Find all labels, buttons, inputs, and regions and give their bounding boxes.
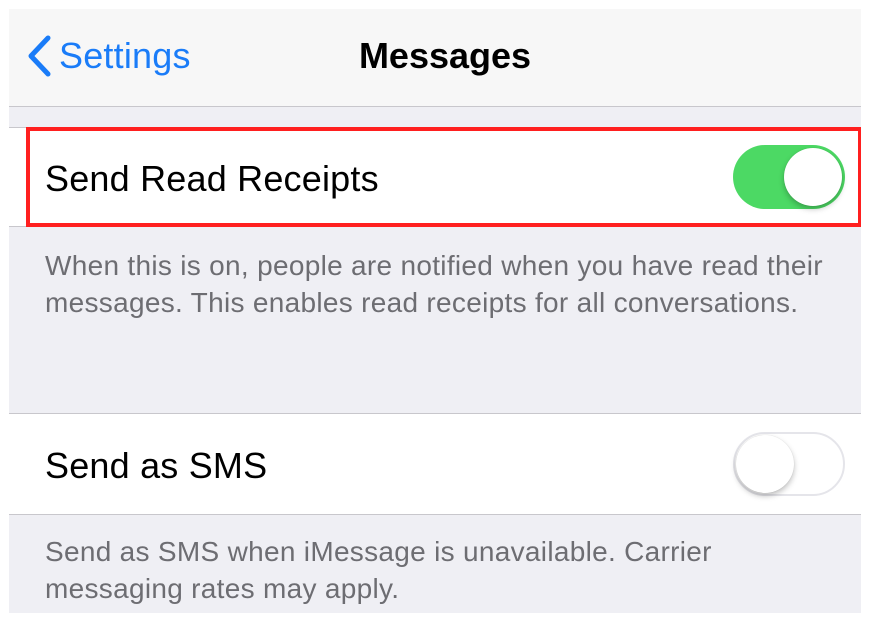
send-read-receipts-toggle[interactable]	[733, 145, 845, 209]
setting-row-send-read-receipts: Send Read Receipts	[9, 127, 861, 227]
send-as-sms-toggle[interactable]	[733, 432, 845, 496]
settings-screen: Settings Messages Send Read Receipts Whe…	[9, 9, 861, 613]
navigation-bar: Settings Messages	[9, 9, 861, 107]
toggle-knob	[784, 148, 842, 206]
setting-label-send-read-receipts: Send Read Receipts	[45, 158, 379, 199]
toggle-knob	[736, 435, 794, 493]
send-read-receipts-footnote: When this is on, people are notified whe…	[45, 250, 823, 318]
page-title: Messages	[358, 35, 532, 76]
setting-row-send-as-sms: Send as SMS	[9, 413, 861, 515]
send-as-sms-footnote: Send as SMS when iMessage is unavailable…	[45, 536, 712, 604]
setting-label-send-as-sms: Send as SMS	[45, 445, 268, 486]
